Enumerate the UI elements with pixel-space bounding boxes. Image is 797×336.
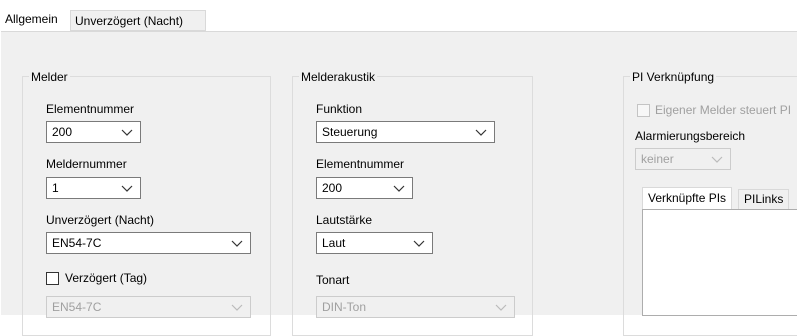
function-dropdown[interactable]: Steuerung [316, 121, 495, 143]
volume-value: Laut [322, 236, 346, 250]
tab-unverzoegert-nacht[interactable]: Unverzögert (Nacht) [70, 10, 206, 31]
pi-verknuepfung-group-title: PI Verknüpfung [630, 69, 717, 85]
element-number-label: Elementnummer [46, 102, 135, 116]
chevron-down-icon [711, 156, 723, 163]
verzoegert-value: EN54-7C [52, 300, 102, 314]
function-label: Funktion [316, 102, 363, 116]
melder-group-title: Melder [29, 69, 70, 85]
tone-value: DIN-Ton [322, 300, 367, 314]
chevron-down-icon [231, 304, 243, 311]
alarm-area-value: keiner [641, 152, 674, 166]
akustik-element-number-dropdown[interactable]: 200 [316, 177, 413, 199]
chevron-down-icon [413, 240, 425, 247]
volume-label: Lautstärke [316, 213, 373, 227]
chevron-down-icon [495, 304, 507, 311]
tab-strip: Allgemein Unverzögert (Nacht) [0, 0, 797, 31]
own-detector-checkbox[interactable] [637, 104, 650, 117]
tab-allgemein[interactable]: Allgemein [1, 9, 62, 31]
unverzoegert-dropdown[interactable]: EN54-7C [46, 232, 251, 254]
detector-number-value: 1 [52, 181, 59, 195]
verzoegert-label: Verzögert (Tag) [65, 271, 148, 285]
tab-content-panel: Melder Elementnummer 200 Meldernummer 1 … [1, 31, 797, 336]
alarm-area-label: Alarmierungsbereich [635, 129, 746, 143]
detector-number-dropdown[interactable]: 1 [46, 177, 141, 199]
akustik-element-number-value: 200 [322, 181, 343, 195]
akustik-element-number-label: Elementnummer [316, 157, 405, 171]
element-number-dropdown[interactable]: 200 [46, 121, 141, 143]
detector-number-label: Meldernummer [46, 157, 127, 171]
function-value: Steuerung [322, 125, 378, 139]
verzoegert-checkbox[interactable] [46, 272, 59, 285]
chevron-down-icon [231, 240, 243, 247]
tone-label: Tonart [316, 273, 350, 287]
own-detector-label: Eigener Melder steuert PI [655, 103, 792, 117]
chevron-down-icon [121, 129, 133, 136]
chevron-down-icon [475, 129, 487, 136]
volume-dropdown[interactable]: Laut [316, 232, 433, 254]
unverzoegert-value: EN54-7C [52, 236, 102, 250]
tab-pilinks[interactable]: PILinks [738, 189, 790, 209]
chevron-down-icon [393, 185, 405, 192]
linked-pis-list[interactable] [642, 209, 797, 316]
element-number-value: 200 [52, 125, 73, 139]
alarm-area-dropdown[interactable]: keiner [635, 148, 731, 170]
tab-verknuepfte-pis[interactable]: Verknüpfte PIs [642, 187, 733, 209]
melderakustik-group-title: Melderakustik [299, 69, 378, 85]
chevron-down-icon [121, 185, 133, 192]
unverzoegert-label: Unverzögert (Nacht) [46, 213, 155, 227]
